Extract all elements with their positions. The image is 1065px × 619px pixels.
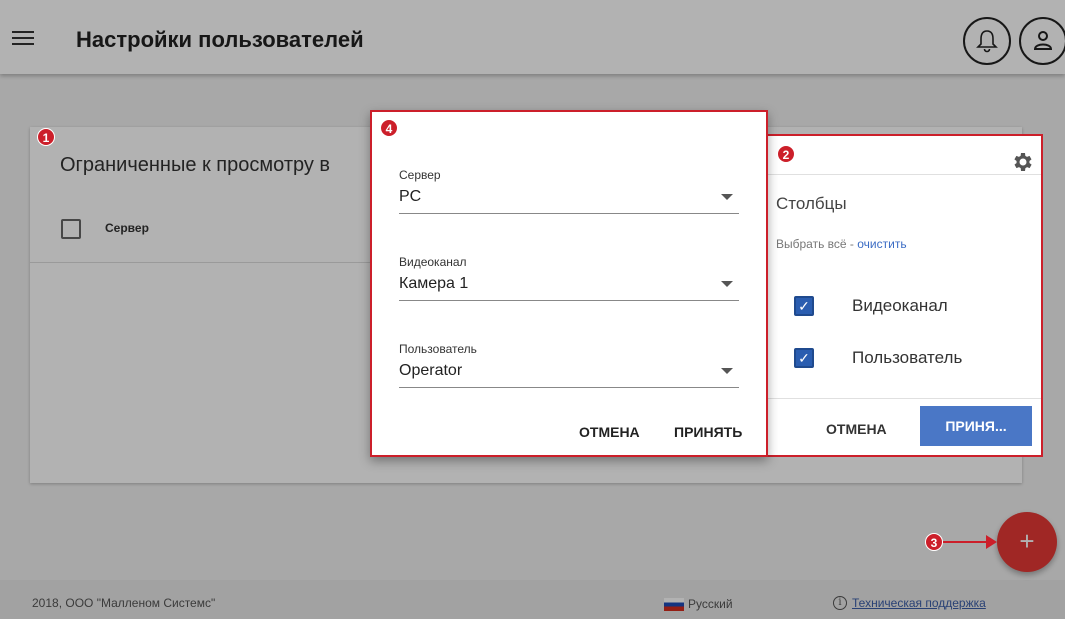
user-field[interactable]: Пользователь Operator xyxy=(399,342,739,388)
server-select[interactable]: PC xyxy=(399,188,739,214)
column-item-videochannel[interactable]: ✓ Видеоканал xyxy=(794,296,948,316)
select-actions: Выбрать всё - очистить xyxy=(776,237,907,251)
column-item-label: Видеоканал xyxy=(852,296,948,315)
select-all-link[interactable]: Выбрать всё xyxy=(776,237,847,251)
annotation-marker-1: 1 xyxy=(37,128,55,146)
checkbox-checked[interactable]: ✓ xyxy=(794,348,814,368)
annotation-marker-4: 4 xyxy=(380,119,398,137)
columns-panel: Столбцы Выбрать всё - очистить ✓ Видеока… xyxy=(764,134,1043,457)
videochannel-field[interactable]: Видеоканал Камера 1 xyxy=(399,255,739,301)
videochannel-select[interactable]: Камера 1 xyxy=(399,275,739,301)
server-field[interactable]: Сервер PC xyxy=(399,168,739,214)
field-label: Сервер xyxy=(399,168,441,182)
field-value: Operator xyxy=(399,362,463,379)
dialog-accept-button[interactable]: ПРИНЯТЬ xyxy=(674,424,742,440)
caret-down-icon[interactable] xyxy=(721,281,733,287)
panel-cancel-button[interactable]: ОТМЕНА xyxy=(826,421,887,437)
panel-divider xyxy=(766,174,1041,175)
add-restriction-dialog: Сервер PC Видеоканал Камера 1 Пользовате… xyxy=(370,110,768,457)
gear-icon[interactable] xyxy=(1010,150,1034,174)
panel-title: Столбцы xyxy=(776,194,847,213)
caret-down-icon[interactable] xyxy=(721,368,733,374)
column-item-user[interactable]: ✓ Пользователь xyxy=(794,348,962,368)
annotation-marker-2: 2 xyxy=(777,145,795,163)
column-item-label: Пользователь xyxy=(852,348,963,367)
panel-footer-divider xyxy=(766,398,1041,399)
checkbox-checked[interactable]: ✓ xyxy=(794,296,814,316)
field-label: Пользователь xyxy=(399,342,477,356)
panel-accept-button[interactable]: ПРИНЯ... xyxy=(920,406,1032,446)
dialog-cancel-button[interactable]: ОТМЕНА xyxy=(579,424,640,440)
user-select[interactable]: Operator xyxy=(399,362,739,388)
clear-link[interactable]: очистить xyxy=(857,237,906,251)
annotation-marker-3: 3 xyxy=(925,533,943,551)
field-value: Камера 1 xyxy=(399,275,469,292)
annotation-arrow-line xyxy=(943,541,988,543)
select-separator: - xyxy=(846,237,858,251)
field-label: Видеоканал xyxy=(399,255,467,269)
caret-down-icon[interactable] xyxy=(721,194,733,200)
field-value: PC xyxy=(399,188,422,205)
annotation-arrow-icon xyxy=(986,535,997,549)
